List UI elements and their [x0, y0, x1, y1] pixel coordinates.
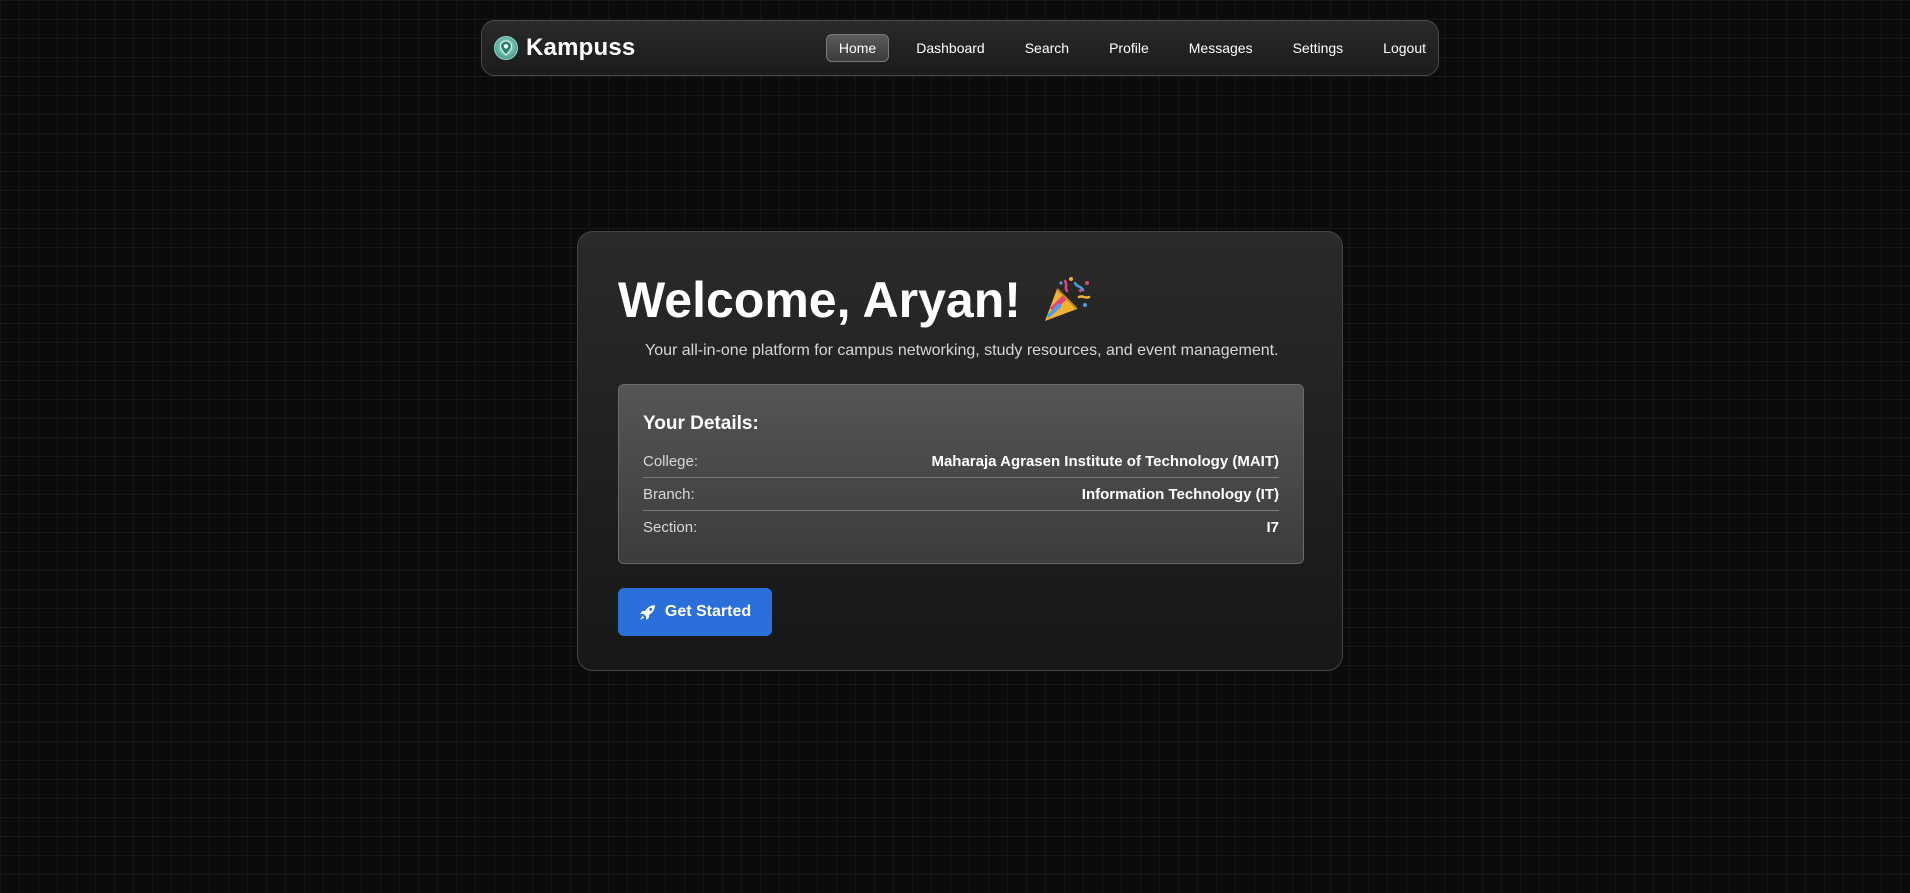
welcome-subtitle: Your all-in-one platform for campus netw…: [645, 342, 1279, 359]
top-navbar: Kampuss Home Dashboard Search Profile Me…: [481, 20, 1439, 76]
brand[interactable]: Kampuss: [494, 34, 635, 62]
detail-label: Branch:: [643, 485, 695, 503]
map-pin-globe-icon: [494, 36, 518, 60]
details-heading: Your Details:: [643, 413, 759, 434]
get-started-label: Get Started: [664, 603, 752, 620]
detail-row-branch: Branch: Information Technology (IT): [643, 478, 1279, 511]
welcome-title: Welcome, Aryan!: [618, 272, 1021, 328]
detail-value: Information Technology (IT): [1081, 485, 1279, 503]
detail-label: Section:: [643, 518, 698, 536]
welcome-header: Welcome, Aryan!: [618, 270, 1302, 330]
detail-label: College:: [643, 452, 699, 470]
details-panel: Your Details: College: Maharaja Agrasen …: [618, 384, 1304, 564]
nav-links: Home Dashboard Search Profile Messages S…: [825, 34, 1426, 62]
detail-value: Maharaja Agrasen Institute of Technology…: [931, 452, 1279, 470]
rocket-icon: [639, 604, 656, 621]
party-popper-icon: [1041, 275, 1091, 325]
brand-name: Kampuss: [526, 34, 636, 61]
nav-settings[interactable]: Settings: [1280, 34, 1357, 62]
detail-row-section: Section: I7: [643, 511, 1279, 543]
detail-value: I7: [1266, 518, 1279, 536]
nav-dashboard[interactable]: Dashboard: [903, 34, 998, 62]
nav-logout[interactable]: Logout: [1370, 34, 1426, 62]
welcome-card: Welcome, Aryan! Your all-in-one platform…: [577, 231, 1343, 671]
nav-home[interactable]: Home: [825, 34, 890, 62]
nav-profile[interactable]: Profile: [1096, 34, 1162, 62]
get-started-button[interactable]: Get Started: [618, 588, 772, 636]
detail-row-college: College: Maharaja Agrasen Institute of T…: [643, 445, 1279, 478]
nav-search[interactable]: Search: [1012, 34, 1082, 62]
nav-messages[interactable]: Messages: [1176, 34, 1266, 62]
